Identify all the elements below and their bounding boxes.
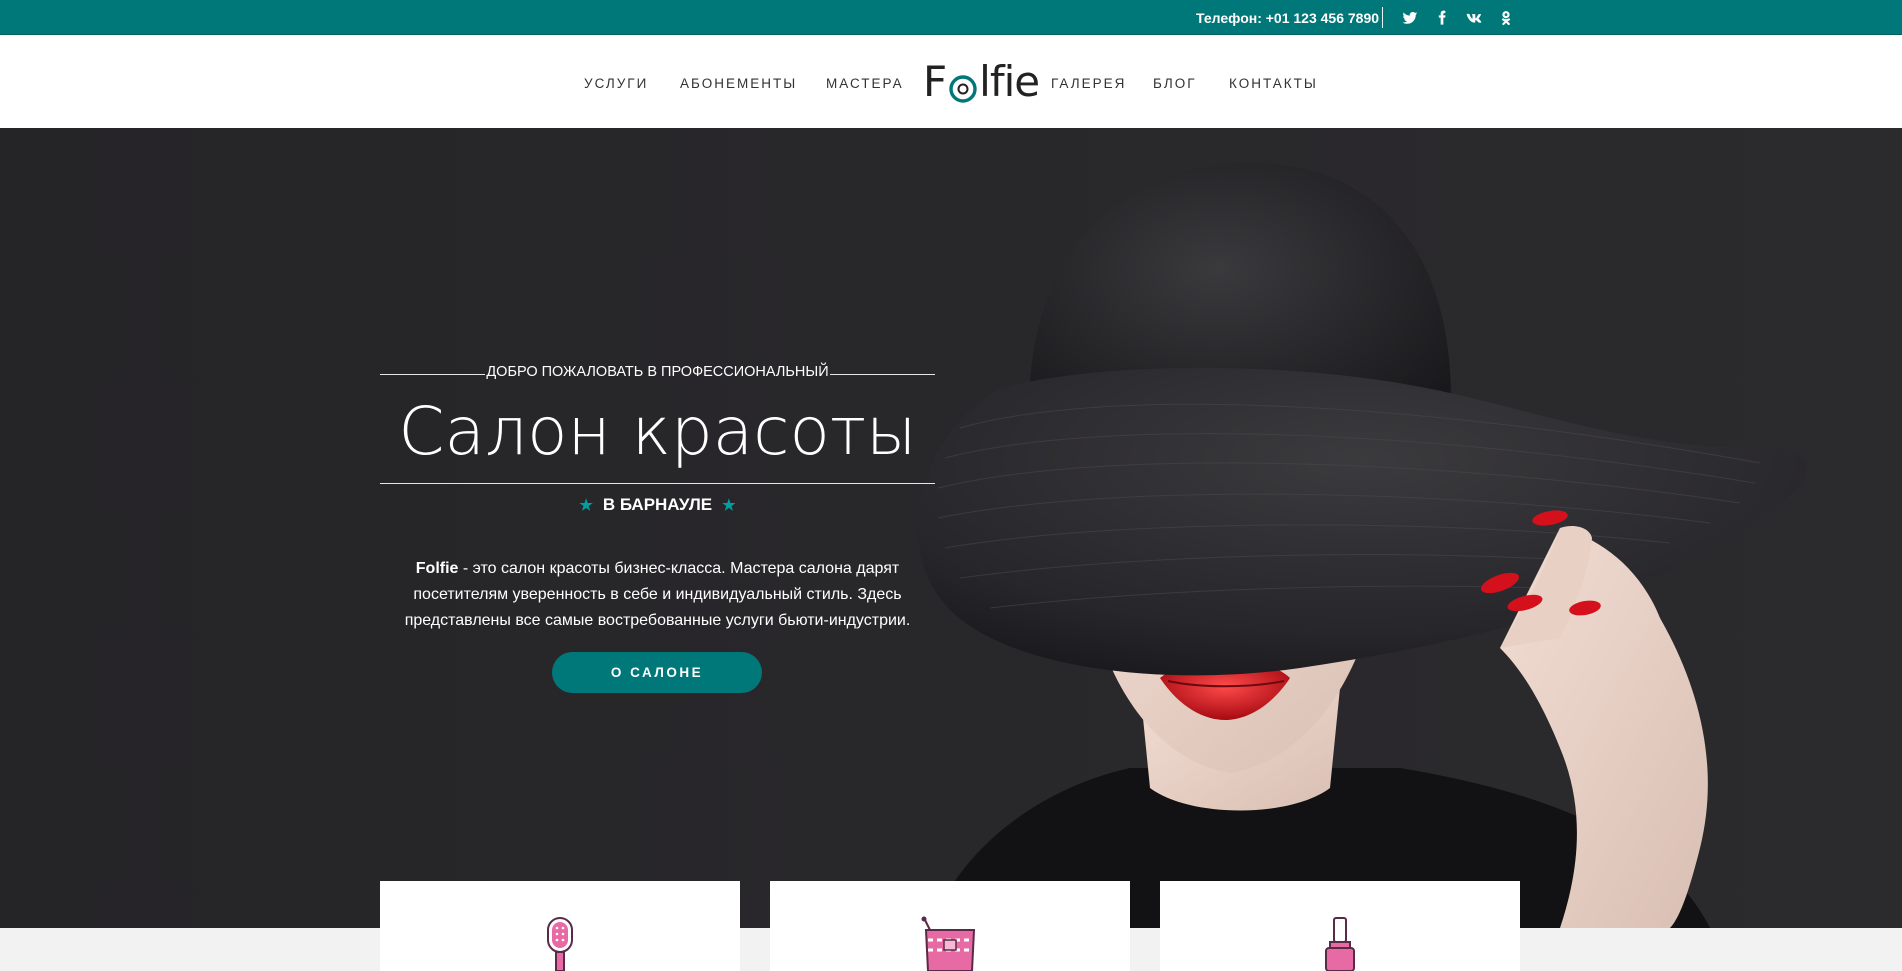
star-icon: ★ xyxy=(579,497,593,514)
hero-subtitle: ★ В БАРНАУЛЕ ★ xyxy=(579,495,736,514)
nav-item-contacts[interactable]: КОНТАКТЫ xyxy=(1229,76,1318,91)
nav-item-masters[interactable]: МАСТЕРА xyxy=(826,76,904,91)
top-bar: Телефон: +01 123 456 7890 xyxy=(0,0,1902,35)
facebook-icon[interactable] xyxy=(1432,8,1452,28)
nav-item-blog[interactable]: БЛОГ xyxy=(1153,76,1197,91)
odnoklassniki-icon[interactable] xyxy=(1496,8,1516,28)
logo-text-end: lfie xyxy=(979,57,1040,106)
nail-polish-icon xyxy=(1325,917,1355,971)
nav-item-services[interactable]: УСЛУГИ xyxy=(584,76,648,91)
star-icon: ★ xyxy=(722,497,736,514)
main-header: УСЛУГИ АБОНЕМЕНТЫ МАСТЕРА F lfie ГАЛЕРЕЯ… xyxy=(0,35,1902,128)
cosmetic-bag-icon xyxy=(921,916,976,971)
logo[interactable]: F lfie xyxy=(923,57,1040,106)
hero-photo-woman-in-hat xyxy=(917,162,1808,928)
service-card-cosmetics[interactable] xyxy=(770,881,1130,971)
phone-number[interactable]: Телефон: +01 123 456 7890 xyxy=(1196,10,1379,26)
nav-item-gallery[interactable]: ГАЛЕРЕЯ xyxy=(1051,76,1126,91)
hero-section: ДОБРО ПОЖАЛОВАТЬ В ПРОФЕССИОНАЛЬНЫЙ Сало… xyxy=(0,128,1902,928)
service-card-nails[interactable] xyxy=(1160,881,1520,971)
hairbrush-icon xyxy=(547,917,573,971)
twitter-icon[interactable] xyxy=(1400,8,1420,28)
nav-item-subscriptions[interactable]: АБОНЕМЕНТЫ xyxy=(680,76,797,91)
about-salon-button[interactable]: О САЛОНЕ xyxy=(552,652,762,693)
logo-o-mark xyxy=(948,69,978,103)
vk-icon[interactable] xyxy=(1464,8,1484,28)
service-card-hair[interactable] xyxy=(380,881,740,971)
logo-text-start: F xyxy=(923,57,947,106)
hero-welcome-text: ДОБРО ПОЖАЛОВАТЬ В ПРОФЕССИОНАЛЬНЫЙ xyxy=(486,364,829,380)
hero-description: Folfie - это салон красоты бизнес-класса… xyxy=(404,560,911,629)
title-underline xyxy=(380,483,935,484)
top-bar-divider xyxy=(1382,7,1383,28)
hero-title: Салон красоты xyxy=(398,393,917,470)
